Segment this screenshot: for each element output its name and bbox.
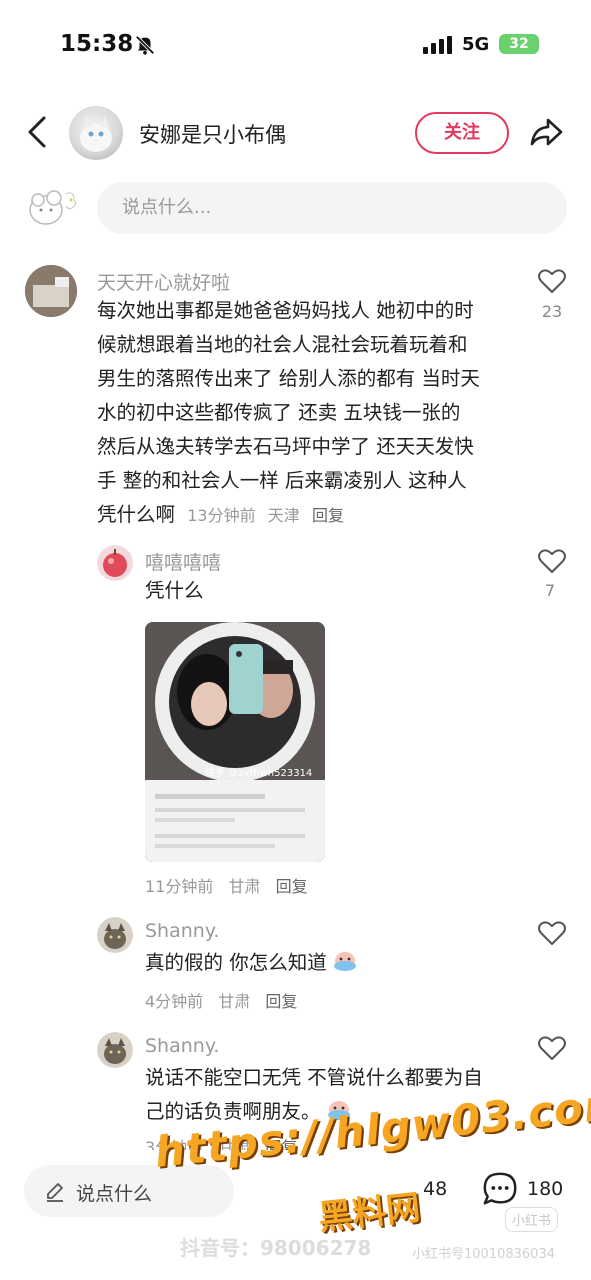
like-count: 23 [541,302,563,321]
bottom-comment-input[interactable]: 说点什么 [24,1165,234,1217]
image-caption: 快手 @zythwh523314 [205,768,313,779]
commenter-name[interactable]: 天天开心就好啦 [97,268,230,295]
heart-icon[interactable] [538,1035,566,1061]
heart-icon[interactable] [538,268,566,294]
author-avatar[interactable] [69,106,123,160]
comment-count[interactable]: 180 [527,1178,563,1200]
bell-muted-icon [135,35,155,55]
watermark-xhs-id: 小红书号10010836034 [412,1247,555,1262]
comment-time: 11分钟前 [145,877,214,896]
my-avatar [29,190,77,225]
battery-indicator: 32 [499,34,539,54]
reply-button[interactable]: 回复 [265,992,297,1011]
comment-text: 凭什么 [145,579,204,602]
comment-location: 甘肃 [228,877,261,896]
watermark-xhs-logo: 小红书 [505,1207,559,1232]
comment-text-line: 候就想跟着当地的社会人混社会玩着玩着和 [97,333,468,356]
commenter-avatar[interactable] [97,545,133,581]
share-icon[interactable] [528,114,564,150]
post-header: 安娜是只小布偶 关注 [0,100,591,166]
commenter-avatar[interactable] [97,1032,133,1068]
reply-button[interactable]: 回复 [276,877,308,896]
comment-bubble-icon[interactable] [481,1170,519,1208]
comment-text-line: 手 整的和社会人一样 后来霸凌别人 这种人 [97,469,467,492]
status-time: 15:38 [60,31,134,57]
comment-meta: 11分钟前 甘肃 回复 [145,873,318,897]
comment-text-line: 每次她出事都是她爸爸妈妈找人 她初中的时 [97,299,474,322]
commenter-avatar[interactable] [25,265,77,317]
comment-text-tail: 凭什么啊 [97,503,176,526]
emoji-sticker [333,949,357,971]
comment-item: 天天开心就好啦 每次她出事都是她爸爸妈妈找人 她初中的时 候就想跟着当地的社会人… [0,262,591,532]
commenter-avatar[interactable] [97,917,133,953]
comment-text-body: 真的假的 你怎么知道 [145,951,327,974]
comment-time: 13分钟前 [187,506,256,525]
watermark-douyin: 抖音号：98006278 [180,1236,372,1260]
author-name[interactable]: 安娜是只小布偶 [139,119,286,149]
comment-text-line: 凭什么啊 13分钟前 天津 回复 [97,498,517,533]
comment-text-line: 说话不能空口无凭 不管说什么都要为自 [145,1066,483,1089]
comment-text-line: 男生的落照传出来了 给别人添的都有 当时天 [97,367,480,390]
status-bar: 15:38 5G 32 [0,0,591,90]
collect-count[interactable]: 48 [423,1178,447,1200]
signal-icon [423,36,452,54]
comment-text: 真的假的 你怎么知道 [145,946,357,980]
commenter-name[interactable]: 嘻嘻嘻嘻 [145,548,221,575]
commenter-name[interactable]: Shanny. [145,1035,219,1057]
comment-text-line: 然后从逸夫转学去石马坪中学了 还天天发快 [97,435,474,458]
network-type: 5G [462,34,490,55]
comment-location: 天津 [267,506,300,525]
comment-input[interactable]: 说点什么... [97,182,567,234]
heart-icon[interactable] [538,548,566,574]
comment-text-line: 水的初中这些都传疯了 还卖 五块钱一张的 [97,401,461,424]
comment-input-row: 说点什么... [0,180,591,236]
comment-item: Shanny. 真的假的 你怎么知道 4分钟前 甘肃 回复 [0,915,591,1015]
comment-time: 4分钟前 [145,992,204,1011]
like-count: 7 [544,581,556,600]
comment-text: 每次她出事都是她爸爸妈妈找人 她初中的时 候就想跟着当地的社会人混社会玩着玩着和… [97,294,517,533]
bottom-input-placeholder: 说点什么 [76,1183,153,1205]
comment-image[interactable]: 快手 @zythwh523314 [145,622,325,862]
follow-button[interactable]: 关注 [415,112,509,154]
comment-meta: 4分钟前 甘肃 回复 [145,988,307,1012]
comment-location: 甘肃 [218,992,251,1011]
back-arrow-icon[interactable] [24,114,52,150]
pen-icon [47,1183,63,1202]
commenter-name[interactable]: Shanny. [145,920,219,942]
heart-icon[interactable] [538,920,566,946]
reply-button[interactable]: 回复 [312,506,344,525]
